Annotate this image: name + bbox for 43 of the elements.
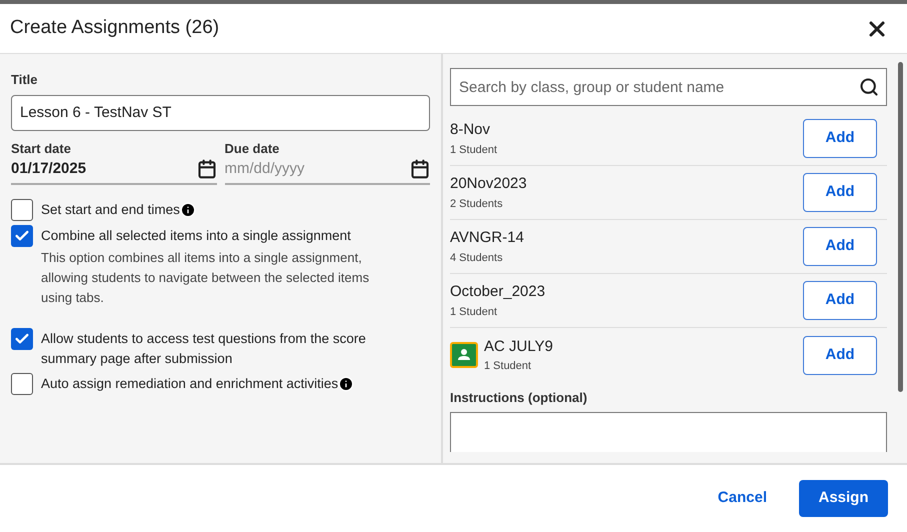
cancel-button[interactable]: Cancel <box>716 487 769 510</box>
add-button[interactable]: Add <box>803 227 877 266</box>
student-count: 1 Student <box>484 359 532 374</box>
checkbox[interactable] <box>11 328 33 350</box>
checkbox[interactable] <box>11 198 33 220</box>
student-count: 1 Student <box>450 304 498 320</box>
class-name: AVNGR-14 <box>450 228 524 248</box>
option-description: This option combines all items into a single assignment, allowing students to navigate between the selected items using tabs. <box>41 248 370 307</box>
info-icon[interactable] <box>180 202 196 218</box>
field-label: Due date <box>224 140 280 158</box>
instructions-field[interactable] <box>450 412 887 452</box>
student-count: 2 Students <box>450 196 504 212</box>
calendar-icon[interactable] <box>410 158 430 178</box>
checkbox[interactable] <box>11 372 33 394</box>
search-field[interactable]: Search by class, group or student name <box>450 68 887 106</box>
search-icon[interactable] <box>859 77 879 97</box>
scrollbar-thumb[interactable] <box>898 62 902 392</box>
class-name: October_2023 <box>450 282 546 302</box>
add-button[interactable]: Add <box>803 336 877 374</box>
field-label: Instructions (optional) <box>450 389 588 407</box>
class-name: AC JULY9 <box>484 336 553 356</box>
title-field[interactable]: Lesson 6 - TestNav ST <box>11 94 430 130</box>
student-count: 4 Students <box>450 250 504 266</box>
calendar-icon[interactable] <box>196 158 216 178</box>
student-count: 1 Student <box>450 142 498 158</box>
class-name: 8-Nov <box>450 120 492 140</box>
info-icon[interactable] <box>338 376 354 392</box>
field-label: Title <box>11 71 38 89</box>
field-label: Start date <box>11 140 72 158</box>
add-button[interactable]: Add <box>803 119 877 158</box>
add-button[interactable]: Add <box>803 173 877 212</box>
option-label: Set start and end times <box>41 200 180 218</box>
class-name: 20Nov2023 <box>450 174 527 194</box>
date-field[interactable]: 01/17/2025 <box>11 158 86 180</box>
option-label: Combine all selected items into a single assignment <box>41 226 351 245</box>
checkbox[interactable] <box>11 224 33 246</box>
date-field[interactable]: mm/dd/yyyy <box>224 158 305 180</box>
classroom-icon <box>450 342 478 368</box>
dialog-title: Create Assignments (26) <box>10 16 220 40</box>
option-label: Allow students to access test questions from the score summary page after submission <box>41 330 367 368</box>
option-label: Auto assign remediation and enrichment activities <box>41 374 338 393</box>
assign-button[interactable]: Assign <box>799 480 888 517</box>
add-button[interactable]: Add <box>803 281 877 320</box>
